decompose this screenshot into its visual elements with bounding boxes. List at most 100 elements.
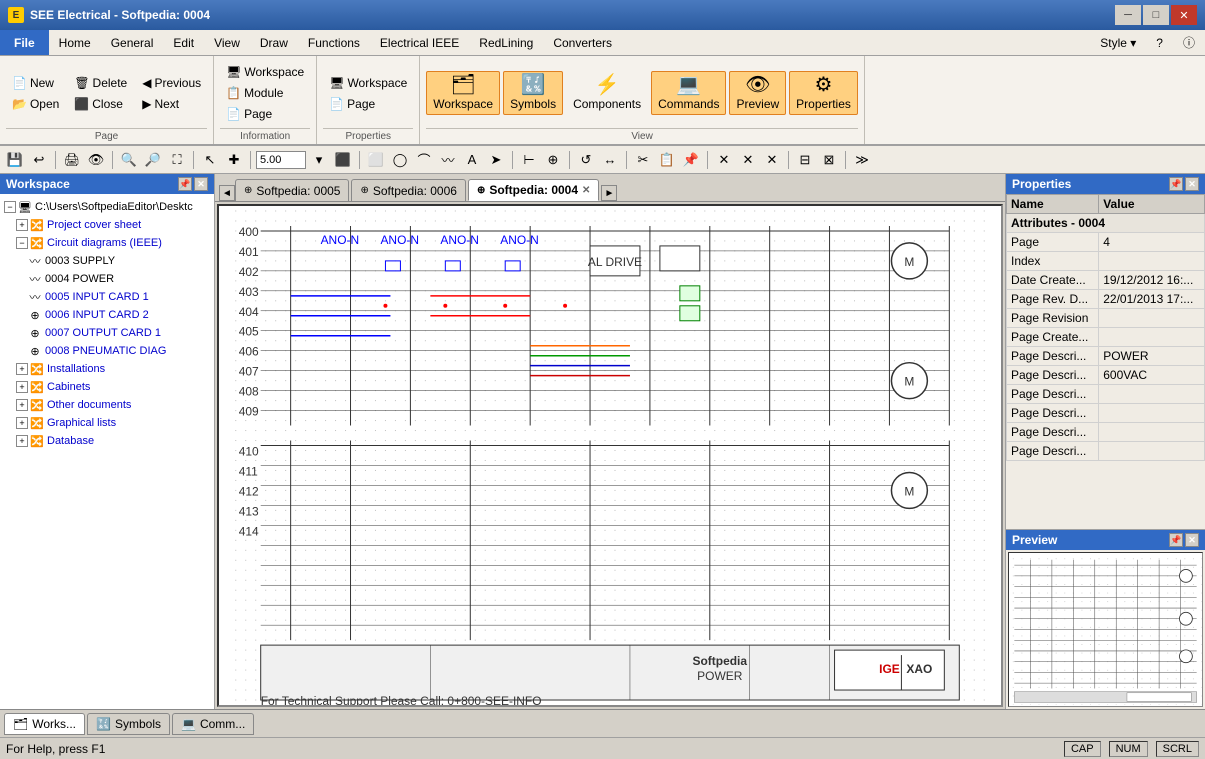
- tb-del-btn[interactable]: ✕: [713, 149, 735, 171]
- menu-item-help[interactable]: ?: [1146, 30, 1173, 55]
- ribbon-btn-symbols[interactable]: 🔣 Symbols: [503, 71, 563, 115]
- ribbon-btn-previous[interactable]: ◀ Previous: [136, 73, 207, 93]
- tb-paste-btn[interactable]: 📌: [680, 149, 702, 171]
- minimize-button[interactable]: ─: [1115, 5, 1141, 25]
- tb-zoom-out-btn[interactable]: 🔎: [142, 149, 164, 171]
- menu-item-electrical-ieee[interactable]: Electrical IEEE: [370, 30, 469, 55]
- tree-expand-database[interactable]: +: [16, 435, 28, 447]
- tb-wire-btn[interactable]: ⊢: [518, 149, 540, 171]
- ribbon-btn-page-props[interactable]: 📄 Page: [323, 94, 413, 114]
- props-row-desc3[interactable]: Page Descri...: [1007, 385, 1205, 404]
- tb-draw1-btn[interactable]: ⬜: [365, 149, 387, 171]
- tb-select-btn[interactable]: ↖: [199, 149, 221, 171]
- tb-cut-btn[interactable]: ✂: [632, 149, 654, 171]
- scale-input[interactable]: [256, 151, 306, 169]
- props-row-desc2[interactable]: Page Descri... 600VAC: [1007, 366, 1205, 385]
- preview-close-btn[interactable]: ✕: [1185, 533, 1199, 547]
- menu-item-functions[interactable]: Functions: [298, 30, 370, 55]
- tb-draw2-btn[interactable]: ◯: [389, 149, 411, 171]
- tb-preview2-btn[interactable]: 👁: [85, 149, 107, 171]
- menu-item-view[interactable]: View: [204, 30, 250, 55]
- tab-scroll-right[interactable]: ►: [601, 185, 617, 201]
- menu-item-draw[interactable]: Draw: [250, 30, 298, 55]
- properties-scroll[interactable]: Name Value Attributes - 0004 Page 4 Inde…: [1006, 194, 1205, 529]
- tb-dist-btn[interactable]: ⊠: [818, 149, 840, 171]
- ribbon-btn-close[interactable]: ⬛ Close: [68, 94, 133, 114]
- maximize-button[interactable]: □: [1143, 5, 1169, 25]
- props-row-datecreate[interactable]: Date Create... 19/12/2012 16:...: [1007, 271, 1205, 290]
- props-row-desc6[interactable]: Page Descri...: [1007, 442, 1205, 461]
- tree-item-0008[interactable]: ⊕ 0008 PNEUMATIC DIAG: [0, 342, 214, 360]
- ribbon-btn-delete[interactable]: 🗑 Delete: [68, 73, 133, 93]
- ribbon-btn-new[interactable]: 📄 New: [6, 73, 65, 93]
- tree-expand-circuit[interactable]: −: [16, 237, 28, 249]
- tb-rot-btn[interactable]: ↺: [575, 149, 597, 171]
- ribbon-btn-workspace-view[interactable]: 🗂 Workspace: [426, 71, 500, 115]
- tree-item-0006[interactable]: ⊕ 0006 INPUT CARD 2: [0, 306, 214, 324]
- tree-expand-cabinets[interactable]: +: [16, 381, 28, 393]
- props-row-desc1[interactable]: Page Descri... POWER: [1007, 347, 1205, 366]
- close-button[interactable]: ✕: [1171, 5, 1197, 25]
- ribbon-btn-module[interactable]: 📋 Module: [220, 83, 310, 103]
- tree-item-0004[interactable]: 〰 0004 POWER: [0, 270, 214, 288]
- menu-item-edit[interactable]: Edit: [163, 30, 204, 55]
- tab-0006[interactable]: ⊕ Softpedia: 0006: [351, 179, 465, 201]
- tree-item-0005[interactable]: 〰 0005 INPUT CARD 1: [0, 288, 214, 306]
- props-row-revision[interactable]: Page Revision: [1007, 309, 1205, 328]
- props-row-desc5[interactable]: Page Descri...: [1007, 423, 1205, 442]
- tb-flip-btn[interactable]: ↔: [599, 149, 621, 171]
- tb-more-btn[interactable]: ≫: [851, 149, 873, 171]
- ribbon-btn-preview[interactable]: 👁 Preview: [729, 71, 786, 115]
- tb-cross-btn[interactable]: ✚: [223, 149, 245, 171]
- ribbon-btn-open[interactable]: 📂 Open: [6, 94, 65, 114]
- tab-close-0004[interactable]: ✕: [582, 185, 590, 196]
- ribbon-btn-properties-view[interactable]: ⚙ Properties: [789, 71, 858, 115]
- tree-expand-other[interactable]: +: [16, 399, 28, 411]
- workspace-close-btn[interactable]: ✕: [194, 177, 208, 191]
- tb-align-btn[interactable]: ⊟: [794, 149, 816, 171]
- tree-expand-root[interactable]: −: [4, 201, 16, 213]
- tb-node-btn[interactable]: ⊕: [542, 149, 564, 171]
- ribbon-btn-workspace-info[interactable]: 🖥 Workspace: [220, 62, 310, 82]
- menu-item-redlining[interactable]: RedLining: [469, 30, 543, 55]
- props-row-pagecreate[interactable]: Page Create...: [1007, 328, 1205, 347]
- tb-draw4-btn[interactable]: 〰: [437, 149, 459, 171]
- preview-pin-btn[interactable]: 📌: [1169, 533, 1183, 547]
- props-row-pagerev[interactable]: Page Rev. D... 22/01/2013 17:...: [1007, 290, 1205, 309]
- properties-close-btn[interactable]: ✕: [1185, 177, 1199, 191]
- tree-item-database[interactable]: + 🔀 Database: [0, 432, 214, 450]
- props-row-page[interactable]: Page 4: [1007, 233, 1205, 252]
- bottom-tab-workspace[interactable]: 🗂 Works...: [4, 713, 85, 735]
- tree-item-other[interactable]: + 🔀 Other documents: [0, 396, 214, 414]
- tree-item-installations[interactable]: + 🔀 Installations: [0, 360, 214, 378]
- tree-expand-cover[interactable]: +: [16, 219, 28, 231]
- menu-item-style[interactable]: Style ▾: [1090, 30, 1146, 55]
- tree-item-graphical-lists[interactable]: + 🔀 Graphical lists: [0, 414, 214, 432]
- bottom-tab-symbols[interactable]: 🔣 Symbols: [87, 713, 170, 735]
- workspace-pin-btn[interactable]: 📌: [178, 177, 192, 191]
- ribbon-btn-page-info[interactable]: 📄 Page: [220, 104, 310, 124]
- props-row-index[interactable]: Index: [1007, 252, 1205, 271]
- properties-pin-btn[interactable]: 📌: [1169, 177, 1183, 191]
- menu-item-home[interactable]: Home: [49, 30, 101, 55]
- canvas-area[interactable]: 400 401 402 403 404 405 406 407 408 409 …: [217, 204, 1003, 707]
- ribbon-btn-commands[interactable]: 💻 Commands: [651, 71, 726, 115]
- tree-expand-installations[interactable]: +: [16, 363, 28, 375]
- tb-arrow-btn[interactable]: ➤: [485, 149, 507, 171]
- tab-0004[interactable]: ⊕ Softpedia: 0004 ✕: [468, 179, 599, 201]
- tb-copy-btn[interactable]: 📋: [656, 149, 678, 171]
- menu-item-general[interactable]: General: [101, 30, 164, 55]
- tb-zoom-in-btn[interactable]: 🔍: [118, 149, 140, 171]
- menu-item-file[interactable]: File: [0, 30, 49, 55]
- tb-save-btn[interactable]: 💾: [4, 149, 26, 171]
- bottom-tab-commands[interactable]: 💻 Comm...: [172, 713, 254, 735]
- tb-text-btn[interactable]: A: [461, 149, 483, 171]
- tree-item-root[interactable]: − 🖥 C:\Users\SoftpediaEditor\Desktc: [0, 198, 214, 216]
- tree-item-0003[interactable]: 〰 0003 SUPPLY: [0, 252, 214, 270]
- ribbon-btn-components[interactable]: ⚡ Components: [566, 71, 648, 115]
- props-row-desc4[interactable]: Page Descri...: [1007, 404, 1205, 423]
- tree-item-cover[interactable]: + 🔀 Project cover sheet: [0, 216, 214, 234]
- tab-0005[interactable]: ⊕ Softpedia: 0005: [235, 179, 349, 201]
- tb-scale-dropdown[interactable]: ▾: [308, 149, 330, 171]
- tree-item-0007[interactable]: ⊕ 0007 OUTPUT CARD 1: [0, 324, 214, 342]
